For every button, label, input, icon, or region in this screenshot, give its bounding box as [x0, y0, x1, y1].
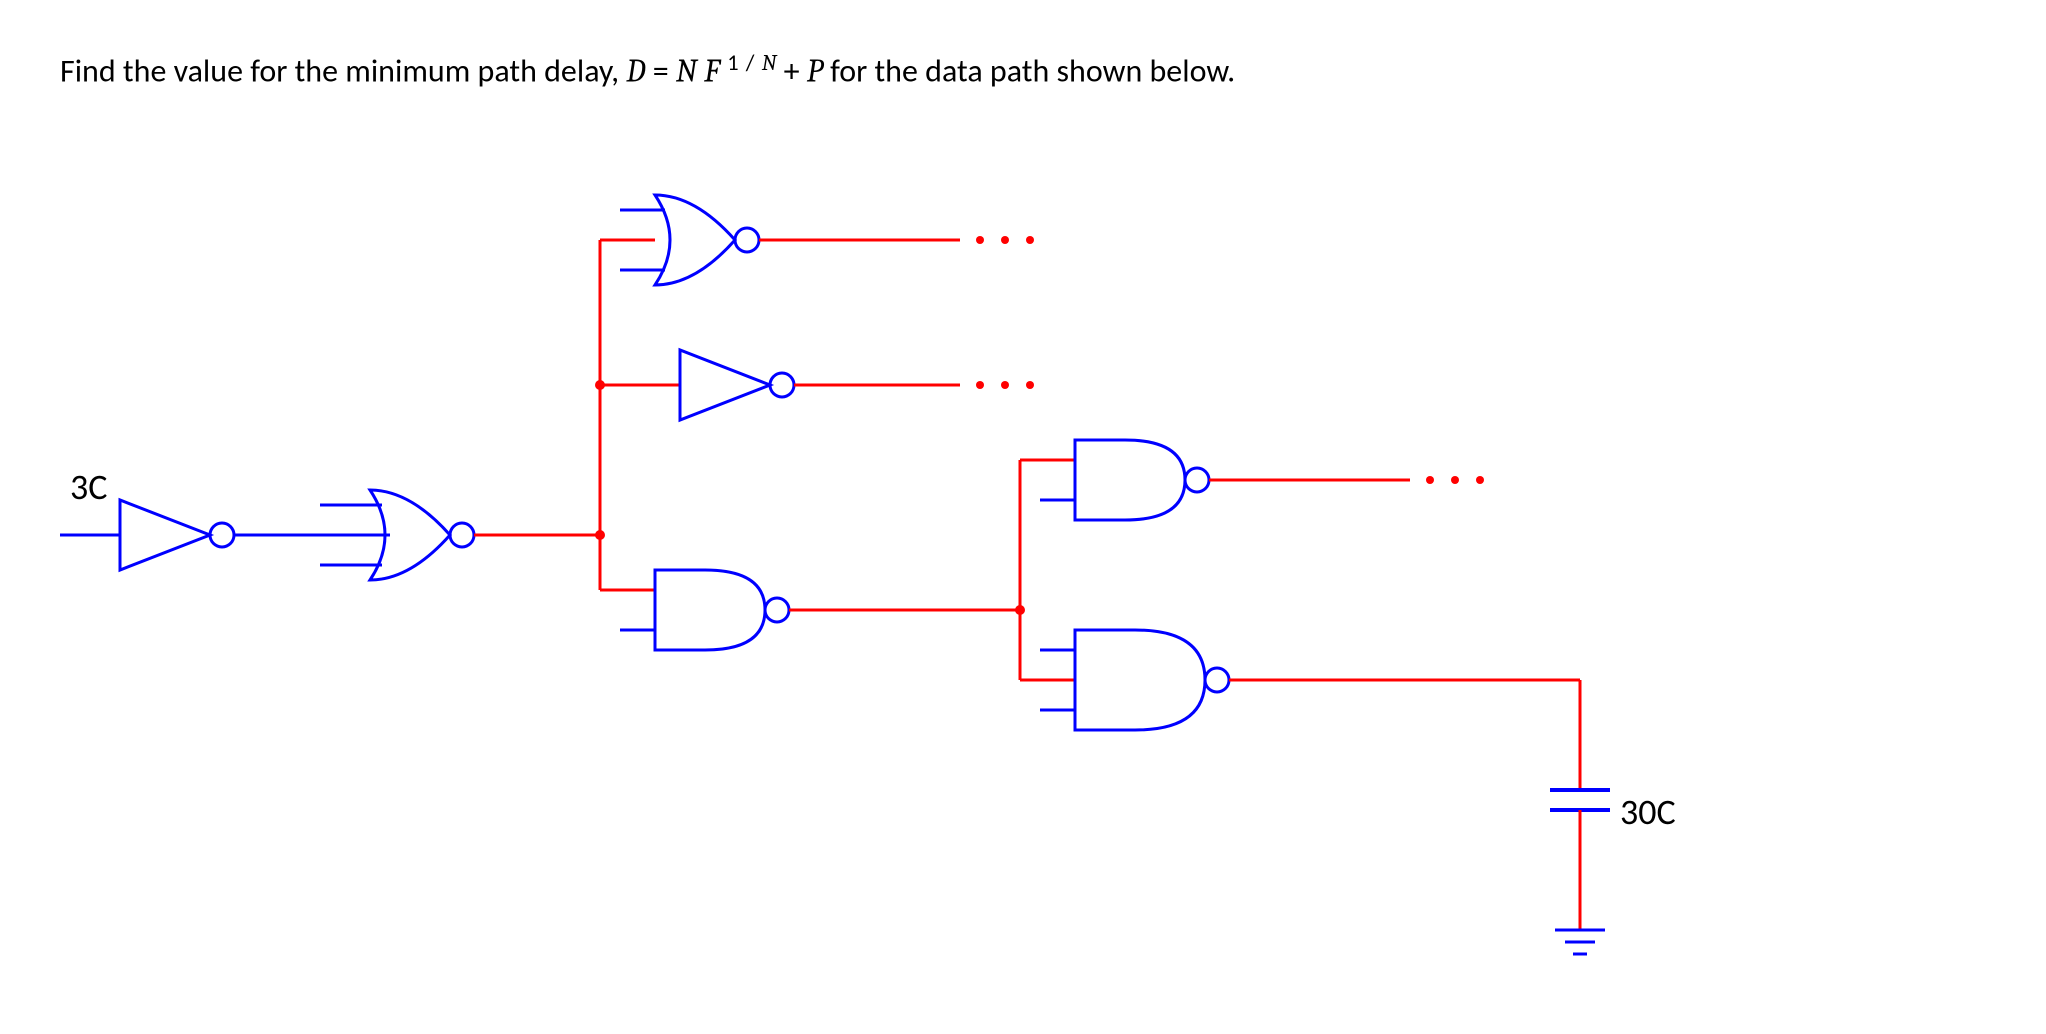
nand2-gate-stage3 [620, 570, 789, 650]
question-prefix: Find the value for the minimum path dela… [60, 52, 626, 91]
eq-f: F [704, 53, 720, 90]
eq-exp-denom: N [762, 50, 777, 76]
capacitor-30c [1550, 790, 1610, 810]
nand2-gate-topright [1040, 440, 1209, 520]
eq-lhs: D [626, 53, 645, 90]
eq-exp-num: 1 [727, 50, 738, 77]
eq-exp-slash: / [746, 50, 755, 77]
ground-symbol [1555, 930, 1605, 954]
circuit-diagram [60, 150, 1860, 1000]
eq-equals: = [653, 52, 676, 91]
eq-n: N [676, 53, 697, 90]
inverter-gate-middle [680, 350, 794, 420]
eq-plus: + [784, 52, 807, 91]
question-suffix: for the data path shown below. [830, 52, 1235, 91]
inverter-gate-1 [120, 500, 234, 570]
eq-p: P [807, 53, 823, 90]
question-text: Find the value for the minimum path dela… [60, 50, 1235, 91]
